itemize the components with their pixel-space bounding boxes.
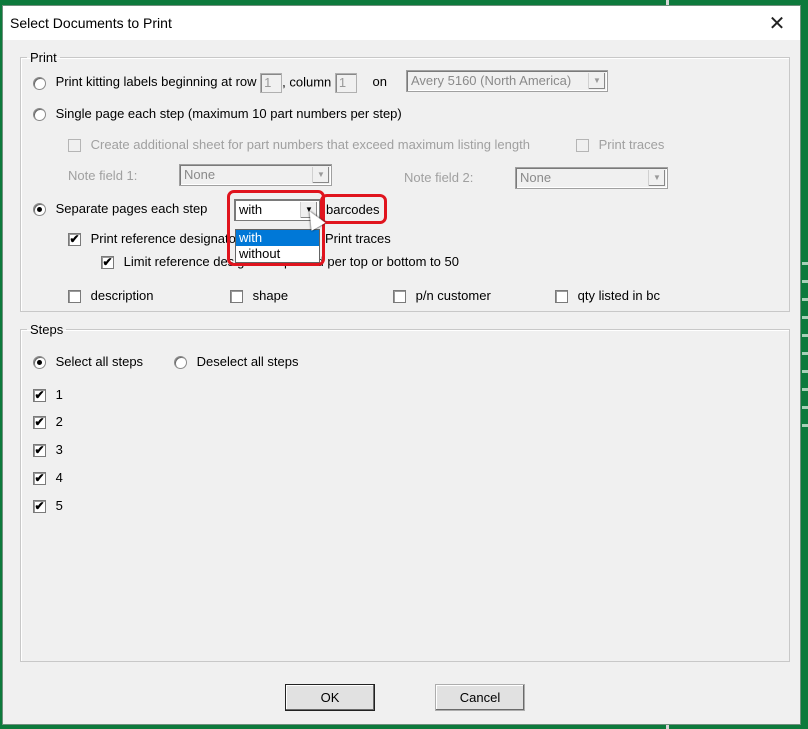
step-label: 2 [55,414,63,429]
step-checkbox[interactable]: ✔ [33,389,46,403]
column-input[interactable]: 1 [334,73,357,93]
qty-listed-label: qty listed in bc [577,288,660,303]
qty-listed-checkbox[interactable] [555,290,568,304]
select-all-steps-option[interactable]: Select all steps [33,354,144,370]
barcode-select-value: with [239,202,263,217]
single-print-traces-option[interactable]: Print traces [576,137,665,153]
pn-customer-option[interactable]: p/n customer [393,288,491,304]
shape-option[interactable]: shape [230,288,289,304]
column-label: , column [282,74,332,90]
step-label: 3 [55,442,63,457]
step-checkbox[interactable]: ✔ [33,500,46,514]
label-type-value: Avery 5160 (North America) [411,73,572,88]
barcode-options-list: with without [235,229,320,263]
close-icon[interactable]: ✕ [754,6,800,40]
limit-ref-checkbox[interactable]: ✔ [101,256,114,270]
description-option[interactable]: description [68,288,154,304]
step-item[interactable]: ✔ 2 [33,414,63,430]
step-item[interactable]: ✔ 4 [33,470,63,486]
print-dialog: Select Documents to Print ✕ Print Print … [2,5,801,725]
separate-pages-option[interactable]: Separate pages each step [33,201,208,217]
additional-sheet-checkbox[interactable] [68,139,81,153]
title-bar: Select Documents to Print ✕ [3,6,800,40]
single-page-option[interactable]: Single page each step (maximum 10 part n… [33,106,402,122]
select-all-steps-label: Select all steps [55,354,144,369]
note-field-1-select[interactable]: None ▼ [179,164,332,186]
note-field-1-value: None [184,167,216,182]
ok-button[interactable]: OK [285,684,375,711]
step-item[interactable]: ✔ 3 [33,442,63,458]
row-input[interactable]: 1 [260,73,283,93]
deselect-all-steps-label: Deselect all steps [196,354,299,369]
pn-customer-checkbox[interactable] [393,290,406,304]
single-page-label: Single page each step (maximum 10 part n… [55,106,402,121]
print-group-legend: Print [30,50,57,65]
shape-checkbox[interactable] [230,290,243,304]
step-checkbox[interactable]: ✔ [33,416,46,430]
barcode-option-without[interactable]: without [236,246,319,262]
cancel-button[interactable]: Cancel [435,684,525,711]
background-marks [802,262,808,438]
print-ref-designators-checkbox[interactable]: ✔ [68,233,81,247]
single-print-traces-label: Print traces [598,137,665,152]
deselect-all-steps-radio[interactable] [174,356,187,370]
barcode-option-with[interactable]: with [236,230,319,246]
print-ref-designators-option[interactable]: ✔ Print reference designators [68,231,247,247]
note-field-2-select[interactable]: None ▼ [515,167,668,189]
separate-pages-label: Separate pages each step [55,201,208,216]
note-field-1-label: Note field 1: [68,168,138,183]
kitting-labels-radio[interactable] [33,76,46,90]
note-field-2-value: None [520,170,552,185]
note-field-2-label: Note field 2: [404,170,474,185]
label-type-select[interactable]: Avery 5160 (North America) ▼ [406,70,608,92]
chevron-down-icon[interactable]: ▼ [588,73,605,89]
description-label: description [90,288,154,303]
step-checkbox[interactable]: ✔ [33,472,46,486]
step-label: 4 [55,470,63,485]
separate-pages-radio[interactable] [33,203,46,217]
separate-print-traces-label[interactable]: Print traces [325,231,391,246]
shape-label: shape [252,288,289,303]
barcodes-label: barcodes [326,202,380,217]
deselect-all-steps-option[interactable]: Deselect all steps [174,354,299,370]
kitting-labels-option[interactable]: Print kitting labels beginning at row 1,… [33,73,387,93]
select-all-steps-radio[interactable] [33,356,46,370]
step-label: 1 [55,387,63,402]
qty-listed-option[interactable]: qty listed in bc [555,288,660,304]
description-checkbox[interactable] [68,290,81,304]
dialog-title: Select Documents to Print [10,15,172,31]
pn-customer-label: p/n customer [415,288,491,303]
step-checkbox[interactable]: ✔ [33,444,46,458]
single-print-traces-checkbox[interactable] [576,139,589,153]
print-ref-designators-label: Print reference designators [90,231,247,246]
on-label: on [372,74,387,90]
additional-sheet-label: Create additional sheet for part numbers… [90,137,530,152]
chevron-down-icon[interactable]: ▼ [312,167,329,183]
single-page-radio[interactable] [33,108,46,122]
kitting-labels-label: Print kitting labels beginning at row [55,74,257,90]
steps-group-legend: Steps [30,322,64,337]
step-label: 5 [55,498,63,513]
chevron-down-icon[interactable]: ▼ [648,170,665,186]
additional-sheet-option[interactable]: Create additional sheet for part numbers… [68,137,530,153]
steps-group: Steps [20,322,790,662]
step-item[interactable]: ✔ 5 [33,498,63,514]
step-item[interactable]: ✔ 1 [33,387,63,403]
